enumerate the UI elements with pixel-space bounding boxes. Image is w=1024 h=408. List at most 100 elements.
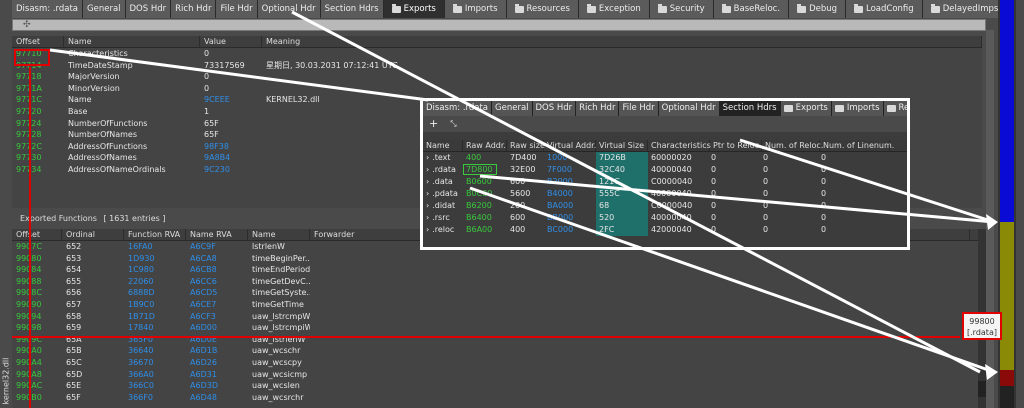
col-raw-addr[interactable]: Raw Addr.	[463, 140, 507, 151]
inset-tab-file-hdr[interactable]: File Hdr	[619, 101, 659, 116]
name-rva-cell[interactable]: A6D31	[186, 369, 248, 381]
tab-exception[interactable]: Exception	[578, 0, 650, 18]
raw-addr-cell[interactable]: 400	[463, 152, 507, 164]
table-row[interactable]: 99088 655 22060A6CC6 timeGetDevC...	[12, 276, 978, 288]
function-rva-cell[interactable]: 1D930	[124, 253, 186, 265]
col-virtual-size[interactable]: Virtual Size	[596, 140, 648, 151]
function-rva-cell[interactable]: 1C980	[124, 264, 186, 276]
tab-general[interactable]: General	[83, 0, 126, 18]
collapse-icon[interactable]: ⤡	[450, 116, 456, 132]
table-row[interactable]: 990A8 65D 366A0A6D31 uaw_wcsicmp	[12, 369, 978, 381]
col-function-rva[interactable]: Function RVA	[124, 229, 186, 240]
col-offset[interactable]: Offset	[12, 36, 64, 47]
inset-tab-optional-hdr[interactable]: Optional Hdr	[658, 101, 720, 116]
chevron-right-icon[interactable]: ›	[426, 153, 429, 162]
table-row[interactable]: 97718 MajorVersion 0	[12, 71, 982, 83]
function-rva-cell[interactable]: 6888D	[124, 287, 186, 299]
tab-exports[interactable]: Exports	[383, 0, 445, 18]
upper-scrollbar[interactable]	[986, 30, 994, 408]
section-block-data[interactable]	[1000, 370, 1014, 386]
value-cell[interactable]: 9CEEE	[200, 94, 262, 106]
col-offset[interactable]: Offset	[12, 229, 62, 240]
table-row[interactable]: 97714 TimeDateStamp 73317569 星期日, 30.03.203…	[12, 60, 982, 72]
chevron-right-icon[interactable]: ›	[426, 165, 429, 174]
table-row[interactable]: 99090 657 1B9C0A6CE7 timeGetTime	[12, 299, 978, 311]
function-rva-cell[interactable]: 36670	[124, 357, 186, 369]
name-rva-cell[interactable]: A6C9F	[186, 241, 248, 253]
name-rva-cell[interactable]: A6D26	[186, 357, 248, 369]
add-icon[interactable]: +	[429, 116, 438, 132]
function-rva-cell[interactable]: 366F0	[124, 392, 186, 404]
tab-loadconfig[interactable]: LoadConfig	[846, 0, 923, 18]
name-rva-cell[interactable]: A6D1B	[186, 345, 248, 357]
virtual-addr-cell[interactable]: B2000	[544, 176, 596, 188]
col-meaning[interactable]: Meaning	[262, 36, 982, 47]
tab-dos-hdr[interactable]: DOS Hdr	[125, 0, 172, 18]
raw-addr-cell[interactable]: B6200	[463, 200, 507, 212]
chevron-right-icon[interactable]: ›	[426, 213, 429, 222]
tab-section-hdrs[interactable]: Section Hdrs	[320, 0, 384, 18]
section-row[interactable]: › .data B0600 600 B2000 121C C0000040 0 0 0	[423, 176, 907, 188]
col-raw-size[interactable]: Raw size	[507, 140, 545, 151]
move-icon[interactable]: ✣	[23, 20, 31, 30]
name-rva-cell[interactable]: A6CB8	[186, 264, 248, 276]
inset-tab-resource[interactable]: Resource	[883, 101, 907, 116]
section-block-text[interactable]	[1000, 0, 1014, 222]
virtual-addr-cell[interactable]: 1000	[544, 152, 596, 164]
function-rva-cell[interactable]: 366A0	[124, 369, 186, 381]
function-rva-cell[interactable]: 1B9C0	[124, 299, 186, 311]
raw-addr-cell[interactable]: B0C00	[463, 188, 507, 200]
col-ptr-to-reloc[interactable]: Ptr to Reloc.	[710, 140, 762, 151]
inset-tab-imports[interactable]: Imports	[831, 101, 884, 116]
inset-tab-dos-hdr[interactable]: DOS Hdr	[532, 101, 577, 116]
table-row[interactable]: 99098 659 17840A6D00 uaw_lstrcmpiW	[12, 322, 978, 334]
virtual-addr-cell[interactable]: 7F000	[544, 164, 596, 176]
name-rva-cell[interactable]: A6D00	[186, 322, 248, 334]
raw-addr-cell[interactable]: B6A00	[463, 224, 507, 236]
tab-file-hdr[interactable]: File Hdr	[216, 0, 258, 18]
name-rva-cell[interactable]: A6CE7	[186, 299, 248, 311]
value-cell[interactable]: 9A8B4	[200, 152, 262, 164]
tab-debug[interactable]: Debug	[789, 0, 847, 18]
section-map-bar[interactable]	[998, 0, 1016, 408]
function-rva-cell[interactable]: 22060	[124, 276, 186, 288]
tab-delayedimps[interactable]: DelayedImps	[922, 0, 1008, 18]
table-row[interactable]: 97710 Characteristics 0	[12, 48, 982, 60]
function-rva-cell[interactable]: 36640	[124, 345, 186, 357]
col-name[interactable]: Name	[248, 229, 310, 240]
col-name-rva[interactable]: Name RVA	[186, 229, 248, 240]
name-rva-cell[interactable]: A6D3D	[186, 380, 248, 392]
col-num-linenum[interactable]: Num. of Linenum.	[820, 140, 894, 151]
function-rva-cell[interactable]: 17840	[124, 322, 186, 334]
tab-optional-hdr[interactable]: Optional Hdr	[257, 0, 321, 18]
tab-basereloc[interactable]: BaseReloc.	[713, 0, 790, 18]
inset-tab-section-hdrs[interactable]: Section Hdrs	[719, 101, 781, 116]
function-rva-cell[interactable]: 366C0	[124, 380, 186, 392]
col-virtual-addr[interactable]: Virtual Addr.	[544, 140, 596, 151]
value-cell[interactable]: 98F38	[200, 141, 262, 153]
chevron-right-icon[interactable]: ›	[426, 177, 429, 186]
table-row[interactable]: 990AC 65E 366C0A6D3D uaw_wcslen	[12, 380, 978, 392]
table-row[interactable]: 990A4 65C 36670A6D26 uaw_wcscpy	[12, 357, 978, 369]
raw-addr-cell[interactable]: B6400	[463, 212, 507, 224]
table-row[interactable]: 99084 654 1C980A6CB8 timeEndPeriod	[12, 264, 978, 276]
table-row[interactable]: 9771A MinorVersion 0	[12, 83, 982, 95]
section-row[interactable]: › .reloc B6A00 400 BC000 2FC 42000040 0 0 0	[423, 224, 907, 236]
tab-imports[interactable]: Imports	[444, 0, 507, 18]
table-row[interactable]: 990B0 65F 366F0A6D48 uaw_wcsrchr	[12, 392, 978, 404]
inset-tab-exports[interactable]: Exports	[780, 101, 832, 116]
section-block-rest[interactable]	[1000, 386, 1014, 408]
section-row[interactable]: › .rsrc B6400 600 BB000 520 40000040 0 0 0	[423, 212, 907, 224]
name-rva-cell[interactable]: A6D48	[186, 392, 248, 404]
section-block-rdata[interactable]	[1000, 222, 1014, 370]
inset-tab-disasm-rdata[interactable]: Disasm: .rdata	[423, 101, 493, 116]
scroll-thumb[interactable]	[978, 381, 986, 397]
table-row[interactable]: 99094 658 1B71DA6CF3 uaw_lstrcmpW	[12, 311, 978, 323]
col-value[interactable]: Value	[200, 36, 262, 47]
tab-security[interactable]: Security	[649, 0, 714, 18]
virtual-addr-cell[interactable]: BB000	[544, 212, 596, 224]
chevron-right-icon[interactable]: ›	[426, 201, 429, 210]
function-rva-cell[interactable]: 1B71D	[124, 311, 186, 323]
table-row[interactable]: 990A0 65B 36640A6D1B uaw_wcschr	[12, 345, 978, 357]
tab-resources[interactable]: Resources	[506, 0, 579, 18]
